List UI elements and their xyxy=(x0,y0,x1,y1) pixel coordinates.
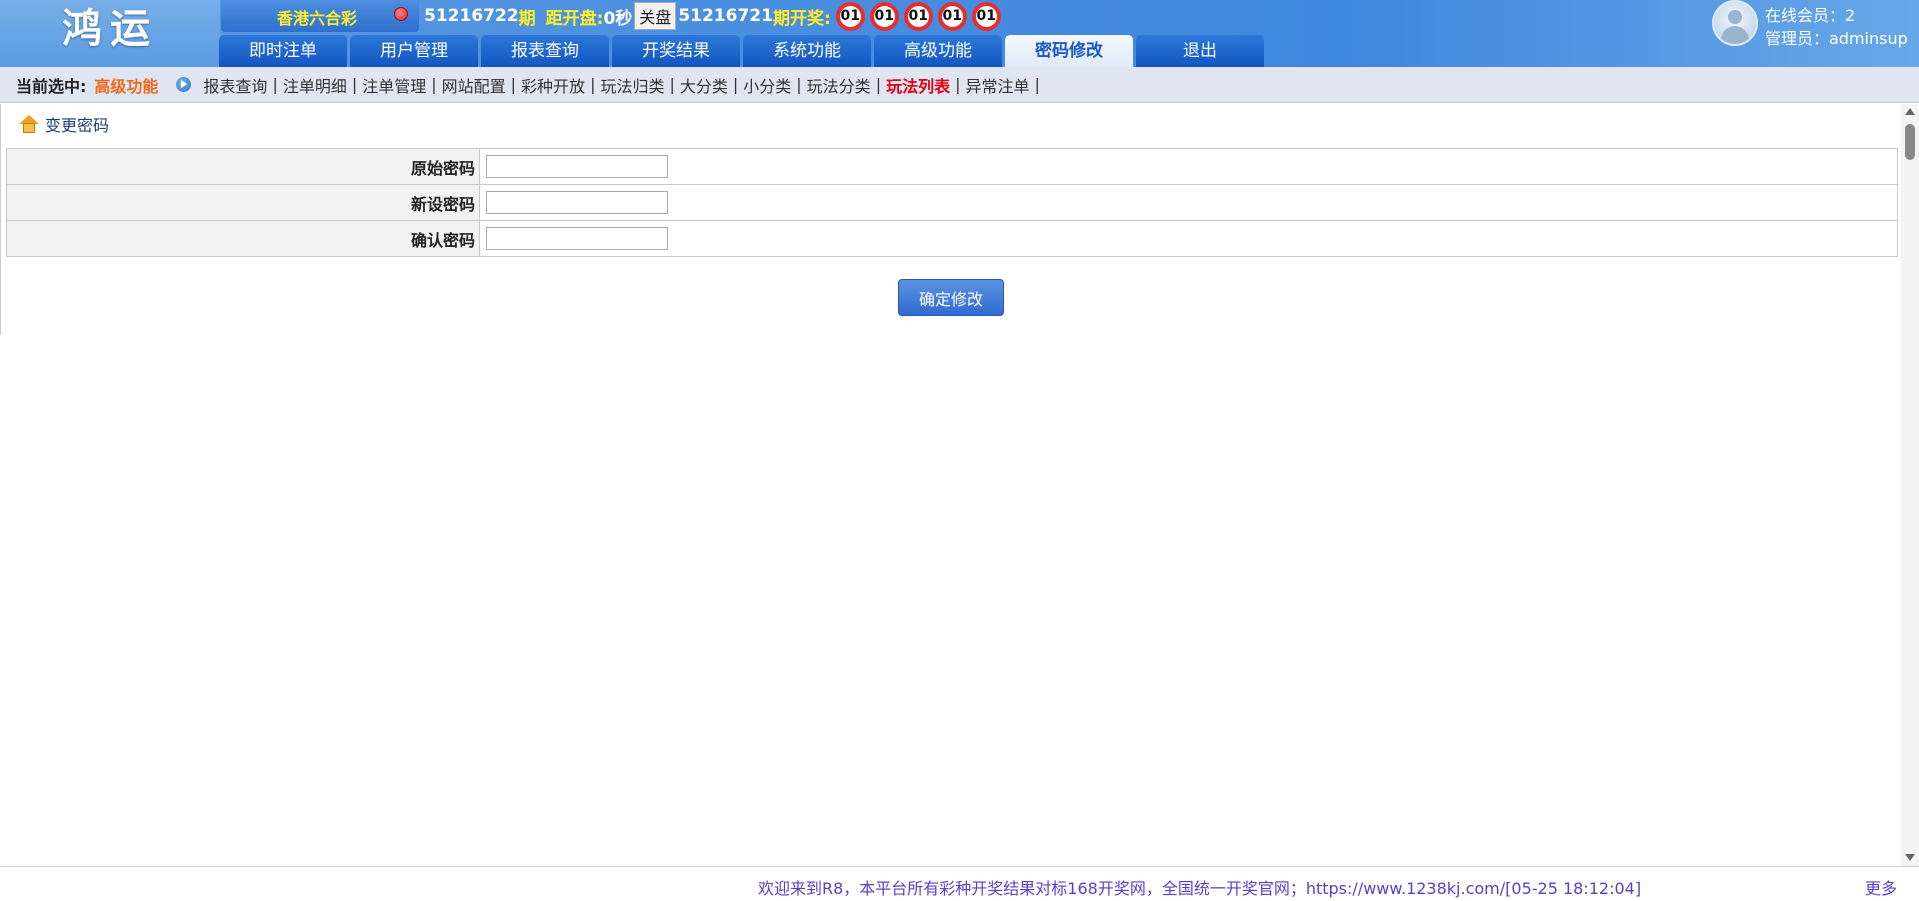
lottery-name[interactable]: 香港六合彩 xyxy=(277,5,357,29)
draw-ball: 01 xyxy=(835,1,865,31)
new-password-input[interactable] xyxy=(486,191,668,214)
current-issue: 51216722 xyxy=(424,6,519,26)
form-row: 原始密码 xyxy=(6,148,1898,185)
tab-advanced[interactable]: 高级功能 xyxy=(874,35,1002,67)
site-logo: 鸿运 xyxy=(0,0,220,67)
scroll-down-icon[interactable] xyxy=(1905,854,1915,861)
red-dot-icon[interactable] xyxy=(394,7,408,21)
admin-user: 管理员：adminsup xyxy=(1765,29,1908,48)
last-issue: 51216721 xyxy=(678,6,773,26)
footer-notice: 欢迎来到R8，本平台所有彩种开奖结果对标168开奖网，全国统一开奖官网；http… xyxy=(758,879,1642,898)
scroll-up-icon[interactable] xyxy=(1905,108,1915,115)
sublink-report-query[interactable]: 报表查询 xyxy=(203,73,267,97)
draw-label: 期开奖: xyxy=(772,8,831,29)
old-password-label: 原始密码 xyxy=(6,148,480,185)
old-password-input[interactable] xyxy=(486,155,668,178)
password-form: 原始密码 新设密码 确认密码 xyxy=(6,148,1898,257)
play-icon xyxy=(176,77,192,92)
tab-reports[interactable]: 报表查询 xyxy=(481,35,609,67)
sublink-play-list[interactable]: 玩法列表 xyxy=(886,73,950,97)
tab-logout[interactable]: 退出 xyxy=(1136,35,1264,67)
current-section-label: 当前选中: xyxy=(16,76,87,96)
current-section-value: 高级功能 xyxy=(94,76,159,96)
issue-suffix: 期 xyxy=(518,8,536,29)
online-members: 在线会员：2 xyxy=(1765,6,1856,25)
breadcrumb: 当前选中: 高级功能 报表查询 | 注单明细 | 注单管理 | 网站配置 | 彩种开放 |… xyxy=(0,67,1919,103)
tab-draw-results[interactable]: 开奖结果 xyxy=(612,35,740,67)
avatar xyxy=(1712,0,1758,46)
main-content: 变更密码 原始密码 新设密码 确认密码 确定修改 xyxy=(0,104,1901,335)
sublink-play-grouping[interactable]: 玩法归类 xyxy=(600,73,664,97)
tab-system[interactable]: 系统功能 xyxy=(743,35,871,67)
footer-more-link[interactable]: 更多 xyxy=(1865,875,1897,899)
form-row: 新设密码 xyxy=(6,184,1898,221)
tab-live-bets[interactable]: 即时注单 xyxy=(219,35,347,67)
draw-ball: 01 xyxy=(903,1,933,31)
footer: 欢迎来到R8，本平台所有彩种开奖结果对标168开奖网，全国统一开奖官网；http… xyxy=(0,866,1919,901)
draw-ball: 01 xyxy=(869,1,899,31)
sublink-major-category[interactable]: 大分类 xyxy=(680,73,728,97)
vertical-scrollbar[interactable] xyxy=(1901,104,1919,866)
tab-user-management[interactable]: 用户管理 xyxy=(350,35,478,67)
new-password-label: 新设密码 xyxy=(6,184,480,221)
sublink-bet-details[interactable]: 注单明细 xyxy=(283,73,347,97)
main-nav: 即时注单 用户管理 报表查询 开奖结果 系统功能 高级功能 密码修改 退出 xyxy=(219,35,1267,67)
sublink-lottery-open[interactable]: 彩种开放 xyxy=(521,73,585,97)
countdown-value: 0秒 xyxy=(603,8,633,29)
countdown-label: 距开盘: xyxy=(545,8,604,29)
top-header: 鸿运 香港六合彩 51216722 期 距开盘: 0秒 关盘 51216721 … xyxy=(0,0,1919,67)
confirm-change-button[interactable]: 确定修改 xyxy=(898,279,1004,316)
confirm-password-input[interactable] xyxy=(486,227,668,250)
page-header: 变更密码 xyxy=(19,112,109,136)
sublink-play-category[interactable]: 玩法分类 xyxy=(807,73,871,97)
sublink-abnormal-bets[interactable]: 异常注单 xyxy=(965,73,1029,97)
sublink-minor-category[interactable]: 小分类 xyxy=(743,73,791,97)
scroll-thumb[interactable] xyxy=(1905,124,1915,160)
form-row: 确认密码 xyxy=(6,220,1898,257)
page-title: 变更密码 xyxy=(45,116,110,135)
sublink-bet-management[interactable]: 注单管理 xyxy=(362,73,426,97)
status-badge: 关盘 xyxy=(634,2,677,30)
home-icon xyxy=(19,115,39,133)
draw-ball: 01 xyxy=(971,1,1001,31)
sublink-site-config[interactable]: 网站配置 xyxy=(442,73,506,97)
confirm-password-label: 确认密码 xyxy=(6,220,480,257)
tab-change-password[interactable]: 密码修改 xyxy=(1005,35,1133,67)
lottery-selector[interactable]: 香港六合彩 xyxy=(221,0,419,32)
draw-ball: 01 xyxy=(937,1,967,31)
draw-ticker: 51216722 期 距开盘: 0秒 关盘 51216721 期开奖: 01 0… xyxy=(424,0,1001,32)
